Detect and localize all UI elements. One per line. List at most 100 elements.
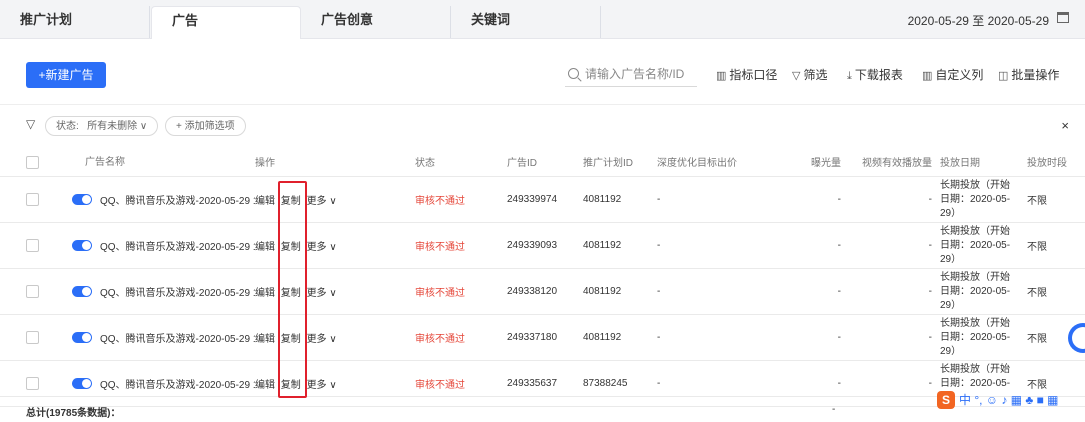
ads-table: 广告名称 操作 状态 广告ID 推广计划ID 深度优化目标出价 曝光量 视频有效… [0, 146, 1085, 407]
header-status: 状态 [415, 146, 507, 177]
edit-link[interactable]: 编辑 [255, 334, 275, 345]
header-time: 投放时段 [1027, 146, 1085, 177]
row-checkbox[interactable] [26, 331, 39, 344]
row-checkbox[interactable] [26, 193, 39, 206]
search-box [565, 61, 697, 87]
search-input[interactable] [583, 64, 697, 84]
metrics-icon: ▥ [716, 70, 727, 82]
ad-name[interactable]: QQ、腾讯音乐及游戏-2020-05-29 15:32 [100, 288, 255, 299]
table-row: QQ、腾讯音乐及游戏-2020-05-29 15:34编辑 复制 更多 ∨审核不… [0, 176, 1085, 223]
cell-impressions: - [759, 176, 849, 223]
total-impressions: - [832, 404, 836, 415]
batch-operation-button[interactable]: ◫ 批量操作 [998, 66, 1059, 83]
status-filter-chip[interactable]: 状态: 所有未删除 ∨ [45, 116, 159, 136]
more-dropdown[interactable]: 更多 ∨ [307, 380, 337, 391]
cell-time: 不限 [1027, 268, 1085, 315]
cell-impressions: - [759, 314, 849, 361]
header-plays[interactable]: 视频有效播放量 [849, 146, 940, 177]
cell-plays: - [849, 268, 940, 315]
table-row: QQ、腾讯音乐及游戏-2020-05-29 15:32编辑 复制 更多 ∨审核不… [0, 268, 1085, 315]
add-filter-button[interactable]: + 添加筛选项 [165, 116, 246, 136]
cell-ad-id: 249339974 [507, 176, 583, 223]
ime-logo-icon: S [937, 391, 955, 409]
calendar-icon[interactable] [1057, 12, 1069, 23]
date-range-picker[interactable]: 2020-05-29 至 2020-05-29 [908, 12, 1049, 29]
filter-icon: ▽ [792, 70, 801, 82]
download-report-button[interactable]: ⤓ 下载报表 [847, 66, 903, 83]
status-filter-value: 所有未删除 [87, 121, 138, 132]
more-dropdown[interactable]: 更多 ∨ [307, 334, 337, 345]
edit-link[interactable]: 编辑 [255, 288, 275, 299]
header-impressions[interactable]: 曝光量 [759, 146, 849, 177]
cell-date: 长期投放（开始日期：2020-05-29） [940, 222, 1027, 269]
ad-toggle-switch[interactable] [72, 240, 92, 251]
download-label: 下载报表 [854, 68, 903, 82]
ad-name[interactable]: QQ、腾讯音乐及游戏-2020-05-29 15:30 [100, 380, 255, 391]
custom-columns-button[interactable]: ▥ 自定义列 [922, 66, 983, 83]
ad-name[interactable]: QQ、腾讯音乐及游戏-2020-05-29 15:34 [100, 196, 255, 207]
tab-bar: 推广计划 广告 广告创意 关键词 2020-05-29 至 2020-05-29 [0, 0, 1085, 39]
cell-impressions: - [759, 268, 849, 315]
filter-bar: ▽ 状态: 所有未删除 ∨ + 添加筛选项 × [0, 104, 1085, 147]
header-bid: 深度优化目标出价 [657, 146, 759, 177]
cell-bid: - [657, 222, 759, 269]
select-all-checkbox[interactable] [26, 155, 39, 169]
tab-campaign[interactable]: 推广计划 [0, 6, 150, 38]
close-icon[interactable]: × [1061, 118, 1069, 133]
tab-creative[interactable]: 广告创意 [301, 6, 451, 38]
edit-link[interactable]: 编辑 [255, 196, 275, 207]
metrics-label: 指标口径 [729, 68, 778, 82]
cell-status: 审核不通过 [415, 176, 507, 223]
header-ad-id: 广告ID [507, 146, 583, 177]
ad-toggle-switch[interactable] [72, 194, 92, 205]
cell-date: 长期投放（开始日期：2020-05-29） [940, 268, 1027, 315]
cell-plan-id: 4081192 [583, 176, 657, 223]
columns-label: 自定义列 [935, 68, 984, 82]
row-checkbox[interactable] [26, 285, 39, 298]
ime-toolbar[interactable]: S 中 °, ☺ ♪ ▦ ♣ ■ ▦ [937, 391, 1059, 413]
more-dropdown[interactable]: 更多 ∨ [307, 288, 337, 299]
cell-date: 长期投放（开始日期：2020-05-29） [940, 176, 1027, 223]
cell-name: QQ、腾讯音乐及游戏-2020-05-29 15:32 [0, 268, 255, 315]
row-checkbox[interactable] [26, 239, 39, 252]
toolbar: +新建广告 ▥指标口径 ▽筛选 ⤓下载报表 ▥自定义列 ◫批量操作 [0, 39, 1085, 104]
edit-link[interactable]: 编辑 [255, 242, 275, 253]
status-filter-label: 状态: [56, 121, 79, 132]
columns-icon: ▥ [922, 70, 933, 82]
new-ad-button[interactable]: +新建广告 [26, 62, 106, 88]
cell-impressions: - [759, 222, 849, 269]
chevron-down-icon: ∨ [139, 121, 148, 132]
copy-highlight-box [278, 181, 307, 398]
ad-name[interactable]: QQ、腾讯音乐及游戏-2020-05-29 15:33 [100, 242, 255, 253]
download-icon: ⤓ [847, 70, 852, 82]
tab-ads[interactable]: 广告 [151, 6, 301, 39]
cell-ad-id: 249339093 [507, 222, 583, 269]
metrics-button[interactable]: ▥ 指标口径 [716, 66, 777, 83]
ad-toggle-switch[interactable] [72, 332, 92, 343]
batch-label: 批量操作 [1011, 68, 1060, 82]
more-dropdown[interactable]: 更多 ∨ [307, 196, 337, 207]
table-header-row: 广告名称 操作 状态 广告ID 推广计划ID 深度优化目标出价 曝光量 视频有效… [0, 146, 1085, 177]
edit-link[interactable]: 编辑 [255, 380, 275, 391]
cell-name: QQ、腾讯音乐及游戏-2020-05-29 15:33 [0, 222, 255, 269]
cell-status: 审核不通过 [415, 268, 507, 315]
header-ops: 操作 [255, 146, 415, 177]
table-footer: 总计(19785条数据)： - [0, 396, 1085, 422]
row-checkbox[interactable] [26, 377, 39, 390]
header-date: 投放日期 [940, 146, 1027, 177]
funnel-icon[interactable]: ▽ [26, 117, 35, 131]
cell-bid: - [657, 268, 759, 315]
cell-bid: - [657, 176, 759, 223]
more-dropdown[interactable]: 更多 ∨ [307, 242, 337, 253]
cell-status: 审核不通过 [415, 314, 507, 361]
ad-toggle-switch[interactable] [72, 286, 92, 297]
ad-name[interactable]: QQ、腾讯音乐及游戏-2020-05-29 15:31 [100, 334, 255, 345]
header-name[interactable]: 广告名称 [0, 146, 255, 177]
filter-label: 筛选 [803, 68, 828, 82]
total-count: 总计(19785条数据)： [26, 408, 121, 419]
ad-toggle-switch[interactable] [72, 378, 92, 389]
tab-keywords[interactable]: 关键词 [451, 6, 601, 38]
filter-button[interactable]: ▽ 筛选 [792, 66, 827, 83]
cell-ad-id: 249338120 [507, 268, 583, 315]
cell-plan-id: 4081192 [583, 268, 657, 315]
